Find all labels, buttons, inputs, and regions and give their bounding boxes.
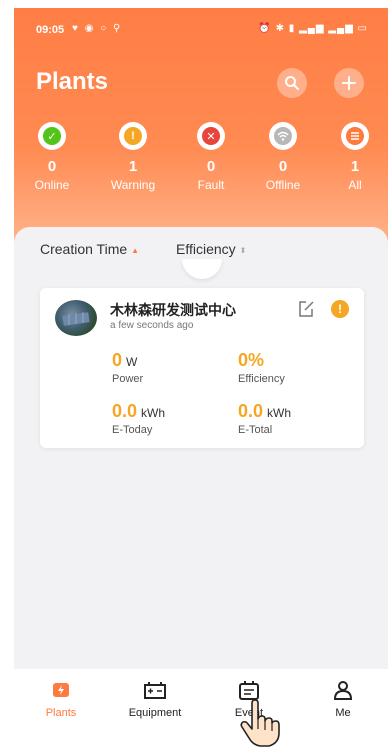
- system-status-icons: ⏰ ✱ ▮ ▂▄▆ ▂▄▆ ▭: [258, 23, 368, 34]
- sort-efficiency[interactable]: Efficiency ⬍: [176, 241, 246, 257]
- check-icon: ✓: [43, 127, 61, 145]
- efficiency-value: 0%: [238, 350, 265, 370]
- efficiency-label: Efficiency: [238, 373, 285, 385]
- stat-label: Fault: [197, 178, 225, 192]
- sort-creation-time[interactable]: Creation Time ▲: [40, 241, 139, 257]
- stat-all[interactable]: 1 All: [320, 122, 388, 192]
- plant-list-panel: Creation Time ▲ Efficiency ⬍ 木林森研发测试中心 a f…: [14, 227, 388, 669]
- pull-handle[interactable]: [182, 259, 222, 279]
- plant-avatar: [55, 300, 97, 336]
- stat-offline[interactable]: 0 Offline: [248, 122, 318, 192]
- stat-count: 0: [206, 158, 216, 175]
- e-total-unit: kWh: [267, 406, 292, 420]
- exclamation-icon: !: [124, 127, 142, 145]
- app-screen: 09:05 ♥ ◉ ○ ⚲ ⏰ ✱ ▮ ▂▄▆ ▂▄▆ ▭ Plants ✓ 0…: [14, 8, 388, 747]
- plant-card[interactable]: 木林森研发测试中心 a few seconds ago ! 0W Power 0…: [40, 288, 364, 448]
- sort-label: Efficiency: [176, 241, 236, 257]
- event-icon: [239, 681, 259, 700]
- sort-arrows-icon: ▲: [131, 246, 140, 255]
- sort-label: Creation Time: [40, 241, 128, 257]
- nav-plants[interactable]: Plants: [21, 679, 101, 719]
- nav-label: Plants: [45, 707, 77, 719]
- status-summary: ✓ 0 Online ! 1 Warning ✕ 0 Fault 0 Offli…: [14, 122, 388, 202]
- status-time: 09:05: [36, 24, 65, 36]
- add-plant-button[interactable]: [334, 68, 364, 98]
- notification-icons: ♥ ◉ ○ ⚲: [72, 23, 123, 34]
- power-unit: W: [126, 355, 138, 369]
- bottom-nav: Plants Equipment Event Me: [14, 669, 388, 747]
- stat-label: Offline: [265, 178, 301, 192]
- plant-name: 木林森研发测试中心: [110, 302, 236, 318]
- x-icon: ✕: [202, 127, 220, 145]
- warning-icon[interactable]: !: [331, 300, 349, 318]
- wifi-icon: [274, 127, 292, 145]
- stat-count: 1: [350, 158, 360, 175]
- edit-plant-button[interactable]: [297, 300, 315, 318]
- e-total-label: E-Total: [238, 424, 273, 436]
- sort-arrows-icon: ⬍: [239, 246, 247, 255]
- stat-count: 0: [278, 158, 288, 175]
- nav-me[interactable]: Me: [303, 679, 383, 719]
- stat-warning[interactable]: ! 1 Warning: [98, 122, 168, 192]
- header: 09:05 ♥ ◉ ○ ⚲ ⏰ ✱ ▮ ▂▄▆ ▂▄▆ ▭ Plants ✓ 0…: [14, 8, 388, 258]
- stat-count: 0: [47, 158, 57, 175]
- plants-icon: [53, 683, 69, 697]
- metric-e-total: 0.0 kWh E-Total: [238, 401, 291, 436]
- metric-e-today: 0.0 kWh E-Today: [112, 401, 165, 436]
- metric-power: 0W Power: [112, 350, 143, 385]
- nav-label: Me: [335, 707, 351, 719]
- stat-label: Online: [34, 178, 70, 192]
- e-today-label: E-Today: [112, 424, 153, 436]
- stat-online[interactable]: ✓ 0 Online: [17, 122, 87, 192]
- status-bar: 09:05 ♥ ◉ ○ ⚲ ⏰ ✱ ▮ ▂▄▆ ▂▄▆ ▭: [14, 22, 388, 40]
- e-today-value: 0.0: [112, 401, 138, 421]
- power-label: Power: [112, 373, 144, 385]
- e-total-value: 0.0: [238, 401, 264, 421]
- nav-equipment[interactable]: Equipment: [115, 679, 195, 719]
- power-value: 0: [112, 350, 123, 370]
- edit-icon: [299, 301, 314, 317]
- stat-label: Warning: [110, 178, 156, 192]
- nav-label: Equipment: [128, 707, 182, 719]
- stat-count: 1: [128, 158, 138, 175]
- user-icon: [333, 681, 353, 700]
- metric-efficiency: 0% Efficiency: [238, 350, 285, 385]
- page-title: Plants: [36, 68, 109, 95]
- stat-label: All: [348, 178, 362, 192]
- search-button[interactable]: [277, 68, 307, 98]
- hand-pointer-icon: [240, 699, 280, 747]
- search-icon: [285, 76, 299, 90]
- battery-icon: [144, 682, 166, 699]
- plus-icon: [342, 76, 356, 90]
- stat-fault[interactable]: ✕ 0 Fault: [176, 122, 246, 192]
- plant-updated-time: a few seconds ago: [110, 320, 194, 331]
- e-today-unit: kWh: [141, 406, 166, 420]
- list-icon: [346, 127, 364, 145]
